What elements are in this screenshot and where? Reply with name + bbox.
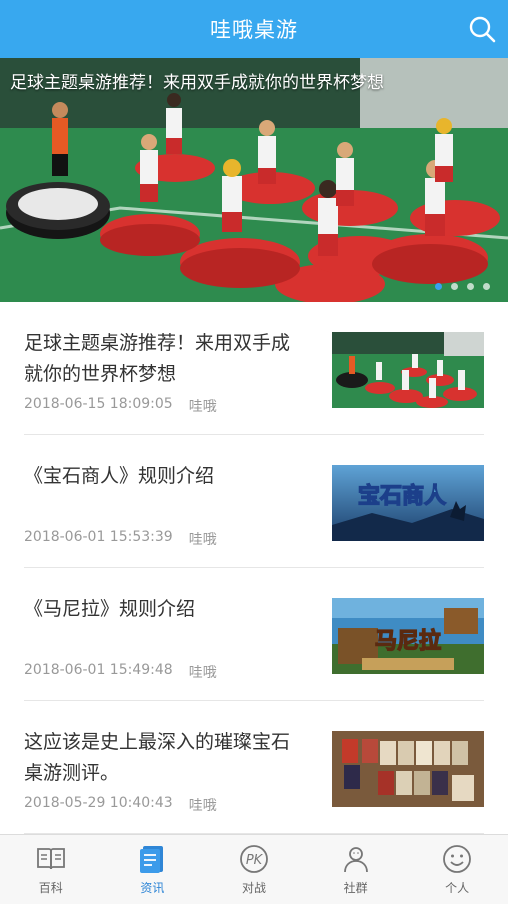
tab-profile[interactable]: 个人 — [406, 835, 508, 904]
article-title: 《马尼拉》规则介绍 — [24, 598, 196, 620]
group-icon — [343, 847, 368, 873]
carousel-dot[interactable] — [435, 283, 442, 290]
tab-battle[interactable]: PK 对战 — [203, 835, 305, 904]
article-date: 2018-05-29 10:40:43 — [24, 795, 173, 811]
carousel-dot[interactable] — [451, 283, 458, 290]
article-date: 2018-06-01 15:49:48 — [24, 662, 173, 678]
app-title: 哇哦桌游 — [210, 18, 298, 42]
app-header: 哇哦桌游 — [0, 0, 508, 58]
article-thumbnail — [332, 731, 484, 807]
tab-label: 个人 — [445, 881, 470, 895]
tab-community[interactable]: 社群 — [305, 835, 407, 904]
article-author: 哇哦 — [188, 532, 217, 548]
article-meta: 2018-06-15 18:09:05 哇哦 — [24, 396, 217, 416]
article-list: 足球主题桌游推荐！来用双手成就你的世界杯梦想 2018-06-15 18:09:… — [0, 302, 508, 834]
article-author: 哇哦 — [188, 665, 217, 681]
article-title: 这应该是史上最深入的璀璨宝石桌游测评。 — [24, 731, 291, 784]
search-icon[interactable] — [467, 14, 497, 44]
tab-label: 对战 — [241, 881, 266, 895]
article-item[interactable]: 《马尼拉》规则介绍 2018-06-01 15:49:48 哇哦 马尼拉 — [24, 568, 484, 701]
thumbnail-logo: 宝石商人 — [358, 483, 446, 509]
pk-icon: PK — [240, 845, 268, 873]
article-date: 2018-06-01 15:53:39 — [24, 529, 173, 545]
banner-carousel[interactable]: 足球主题桌游推荐！来用双手成就你的世界杯梦想 — [0, 58, 508, 302]
svg-text:PK: PK — [246, 853, 264, 868]
tab-label: 社群 — [343, 881, 368, 895]
article-meta: 2018-06-01 15:49:48 哇哦 — [24, 662, 217, 682]
thumbnail-logo: 马尼拉 — [375, 628, 441, 654]
smiley-icon — [443, 845, 472, 873]
tab-label: 百科 — [38, 881, 63, 895]
article-meta: 2018-06-01 15:53:39 哇哦 — [24, 529, 217, 549]
article-thumbnail — [332, 332, 484, 408]
bottom-tab-bar: 百科 资讯 PK 对战 社群 个人 — [0, 834, 508, 904]
article-item[interactable]: 《宝石商人》规则介绍 2018-06-01 15:53:39 哇哦 宝石商人 — [24, 435, 484, 568]
tab-label: 资讯 — [140, 881, 165, 895]
banner-caption: 足球主题桌游推荐！来用双手成就你的世界杯梦想 — [10, 73, 384, 93]
article-title: 足球主题桌游推荐！来用双手成就你的世界杯梦想 — [24, 332, 291, 385]
article-date: 2018-06-15 18:09:05 — [24, 396, 173, 412]
article-item[interactable]: 这应该是史上最深入的璀璨宝石桌游测评。 2018-05-29 10:40:43 … — [24, 701, 484, 834]
tab-news[interactable]: 资讯 — [102, 835, 204, 904]
carousel-indicator — [435, 283, 490, 290]
article-title: 《宝石商人》规则介绍 — [24, 465, 215, 487]
article-thumbnail: 宝石商人 — [332, 465, 484, 541]
book-icon — [36, 848, 65, 870]
news-icon — [140, 846, 164, 873]
carousel-dot[interactable] — [483, 283, 490, 290]
carousel-dot[interactable] — [467, 283, 474, 290]
article-author: 哇哦 — [188, 399, 217, 415]
banner-image — [0, 58, 508, 302]
article-thumbnail: 马尼拉 — [332, 598, 484, 674]
tab-encyclopedia[interactable]: 百科 — [0, 835, 102, 904]
article-item[interactable]: 足球主题桌游推荐！来用双手成就你的世界杯梦想 2018-06-15 18:09:… — [24, 302, 484, 435]
article-meta: 2018-05-29 10:40:43 哇哦 — [24, 795, 217, 815]
article-author: 哇哦 — [188, 798, 217, 814]
